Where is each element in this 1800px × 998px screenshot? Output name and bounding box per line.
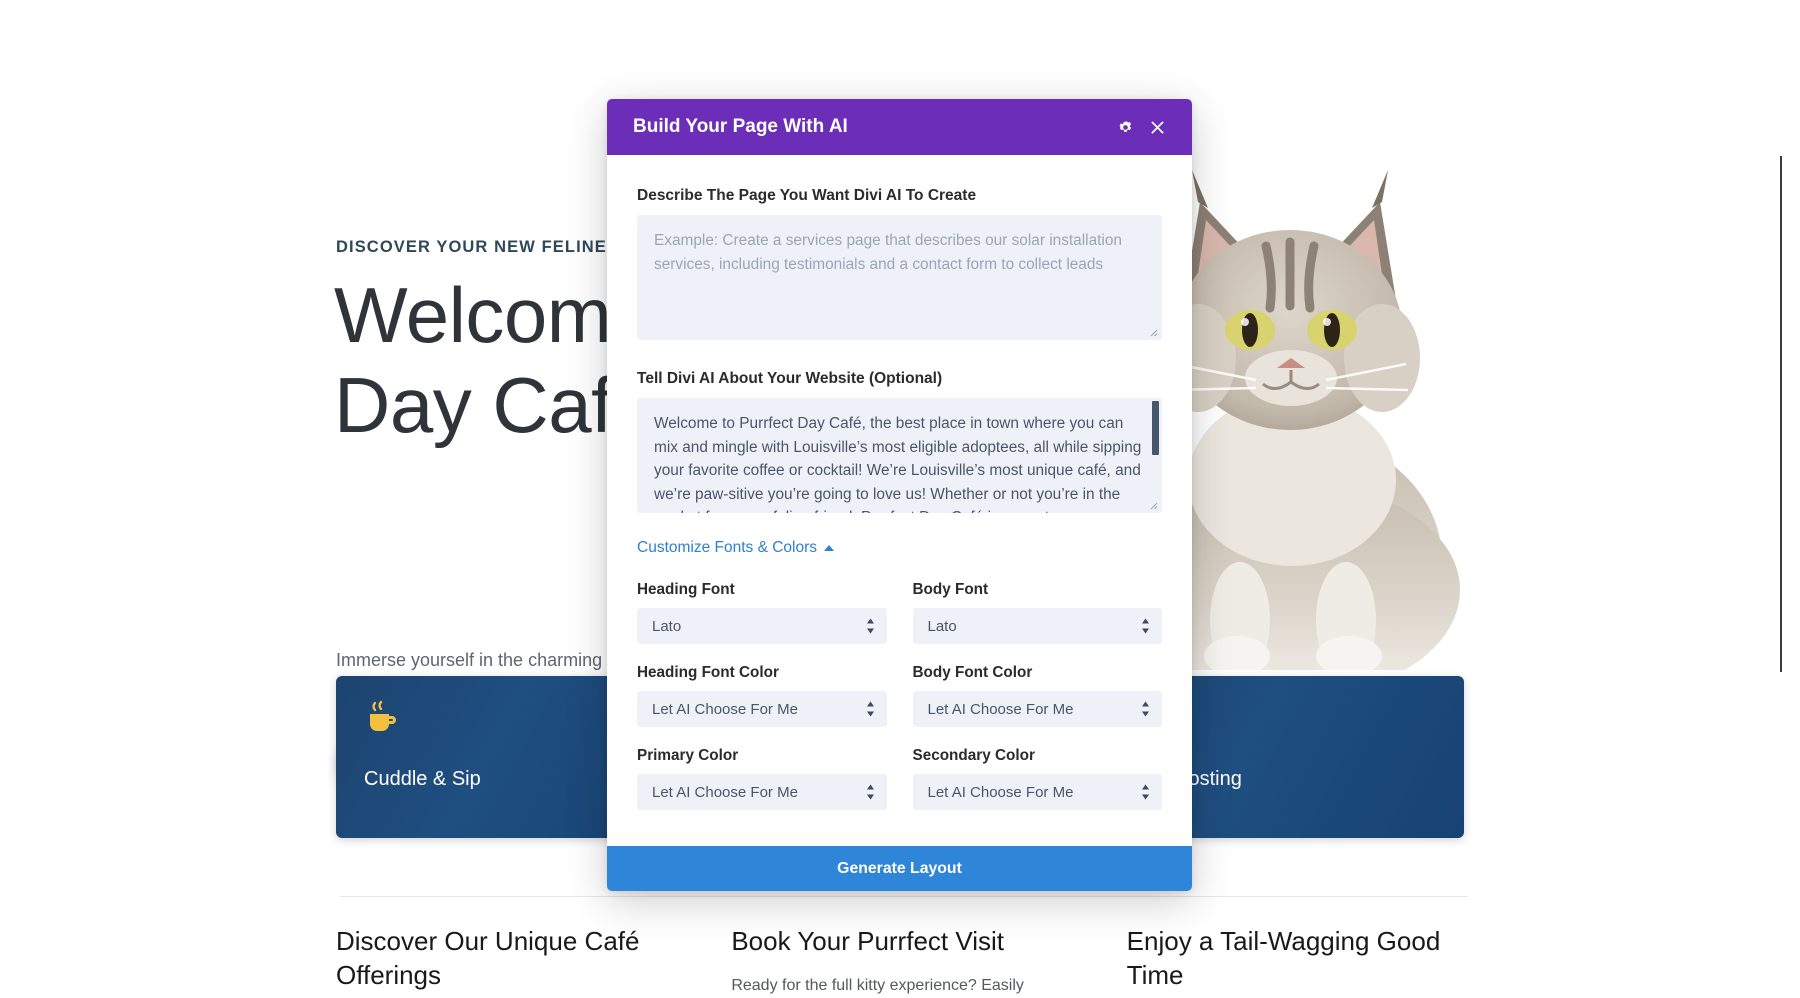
customize-options-grid: Heading Font Lato Body Font Lato Heading…: [637, 581, 1162, 810]
coffee-cup-icon: [364, 700, 400, 736]
select-stepper-icon: [866, 618, 874, 634]
bottom-column-heading: Enjoy a Tail-Wagging Good Time: [1126, 926, 1441, 990]
primary-color-group: Primary Color Let AI Choose For Me: [637, 747, 887, 810]
website-field-label: Tell Divi AI About Your Website (Optiona…: [637, 370, 943, 387]
heading-font-color-group: Heading Font Color Let AI Choose For Me: [637, 664, 887, 727]
secondary-color-value: Let AI Choose For Me: [927, 783, 1074, 801]
gear-icon[interactable]: [1109, 111, 1141, 143]
body-font-value: Lato: [927, 617, 957, 635]
textarea-scrollbar-thumb[interactable]: [1152, 401, 1159, 455]
body-font-label: Body Font: [912, 581, 989, 598]
generate-layout-button[interactable]: Generate Layout: [607, 846, 1192, 891]
bottom-column: Discover Our Unique Café Offerings From …: [336, 925, 675, 998]
describe-field-wrap: [637, 215, 1162, 340]
bottom-columns: Discover Our Unique Café Offerings From …: [336, 925, 1466, 998]
select-stepper-icon: [866, 701, 874, 717]
describe-field-label: Describe The Page You Want Divi AI To Cr…: [637, 187, 977, 204]
modal-title: Build Your Page With AI: [633, 116, 848, 137]
heading-font-color-value: Let AI Choose For Me: [652, 700, 798, 718]
select-stepper-icon: [1142, 618, 1149, 634]
select-stepper-icon: [1142, 784, 1149, 800]
caret-up-icon: [824, 545, 835, 551]
secondary-color-label: Secondary Color: [912, 747, 1035, 764]
section-divider: [340, 896, 1468, 897]
customize-fonts-colors-toggle[interactable]: Customize Fonts & Colors: [637, 539, 835, 557]
heading-font-color-select[interactable]: Let AI Choose For Me: [637, 691, 887, 727]
primary-color-value: Let AI Choose For Me: [652, 783, 798, 801]
bottom-column-heading: Discover Our Unique Café Offerings: [336, 926, 640, 990]
body-font-color-select[interactable]: Let AI Choose For Me: [912, 691, 1162, 727]
primary-color-label: Primary Color: [637, 747, 739, 764]
bottom-column-heading: Book Your Purrfect Visit: [731, 926, 1004, 956]
heading-font-color-label: Heading Font Color: [637, 664, 779, 681]
body-font-group: Body Font Lato: [912, 581, 1162, 644]
describe-page-input[interactable]: [637, 215, 1162, 340]
page-scrollbar[interactable]: [1780, 156, 1782, 672]
bottom-column-body: Ready for the full kitty experience? Eas…: [731, 976, 1024, 994]
heading-font-select[interactable]: Lato: [637, 608, 887, 644]
bottom-column: Enjoy a Tail-Wagging Good Time Join our …: [1127, 925, 1466, 998]
heading-font-label: Heading Font: [637, 581, 735, 598]
body-font-color-group: Body Font Color Let AI Choose For Me: [912, 664, 1162, 727]
feature-card-label: Cuddle & Sip: [364, 768, 481, 790]
select-stepper-icon: [866, 784, 874, 800]
select-stepper-icon: [1142, 701, 1149, 717]
close-icon[interactable]: [1141, 111, 1173, 143]
heading-font-value: Lato: [652, 617, 682, 635]
divi-ai-modal: Build Your Page With AI Describe The Pag…: [607, 99, 1192, 891]
secondary-color-group: Secondary Color Let AI Choose For Me: [912, 747, 1162, 810]
body-font-color-value: Let AI Choose For Me: [927, 700, 1074, 718]
body-font-color-label: Body Font Color: [912, 664, 1033, 681]
customize-toggle-label: Customize Fonts & Colors: [637, 539, 818, 556]
screen-root: DISCOVER YOUR NEW FELINE FRIEND Welcome …: [0, 0, 1800, 998]
modal-header: Build Your Page With AI: [607, 99, 1192, 155]
generate-layout-label: Generate Layout: [837, 859, 962, 877]
body-font-select[interactable]: Lato: [912, 608, 1162, 644]
bottom-column: Book Your Purrfect Visit Ready for the f…: [731, 925, 1070, 998]
website-field-wrap: [637, 398, 1162, 513]
primary-color-select[interactable]: Let AI Choose For Me: [637, 774, 887, 810]
website-description-input[interactable]: [637, 398, 1162, 513]
secondary-color-select[interactable]: Let AI Choose For Me: [912, 774, 1162, 810]
modal-body: Describe The Page You Want Divi AI To Cr…: [607, 155, 1192, 818]
heading-font-group: Heading Font Lato: [637, 581, 887, 644]
